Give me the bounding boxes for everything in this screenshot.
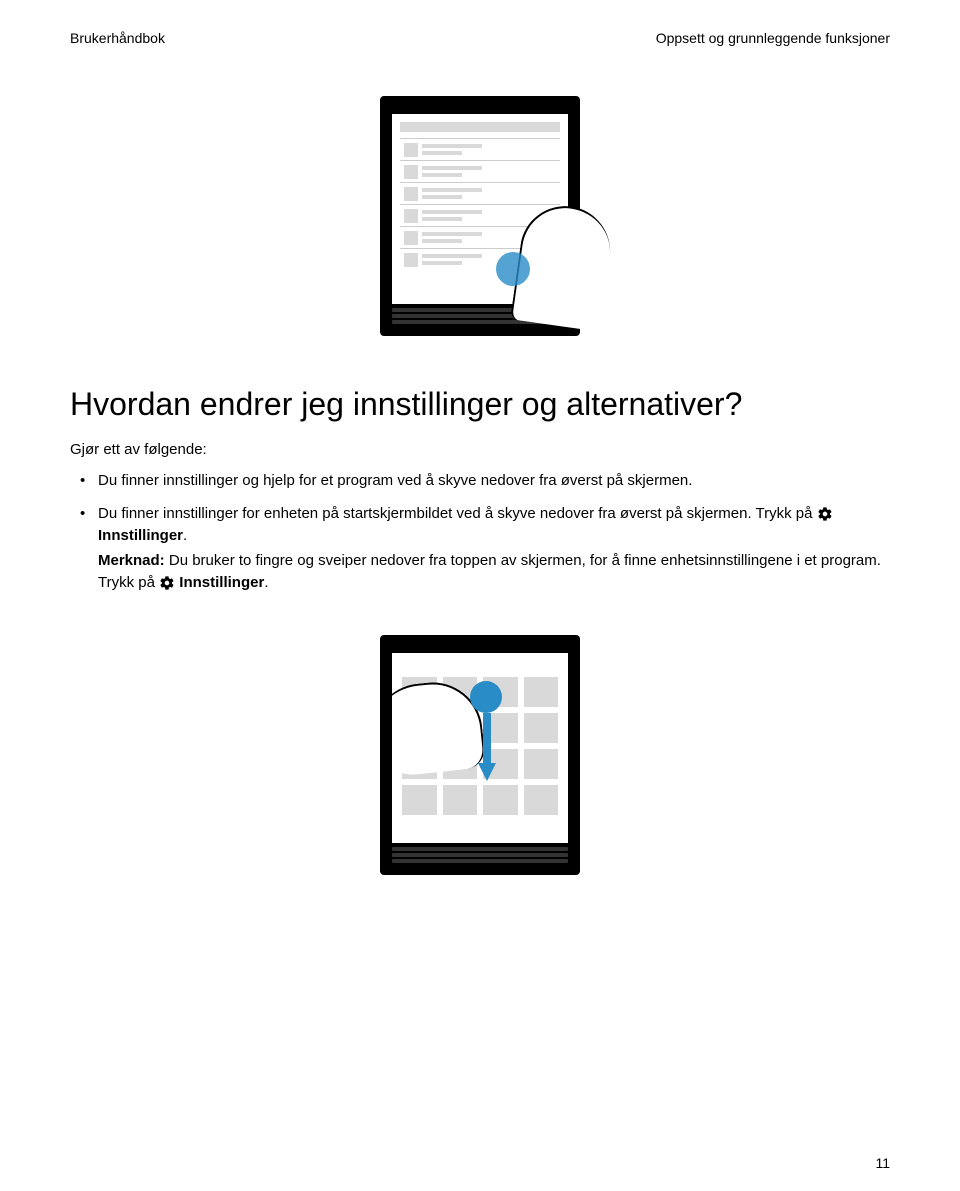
section-heading: Hvordan endrer jeg innstillinger og alte… [70,386,890,423]
phone-screen [392,653,568,843]
phone-keyboard [392,847,568,863]
app-cell [524,749,559,779]
illustration-swipe-down [70,96,890,336]
list-item [400,138,560,160]
period: . [183,527,187,544]
gear-icon [159,575,175,591]
app-cell [524,785,559,815]
gear-icon [817,506,833,522]
app-cell [524,713,559,743]
app-cell [483,785,518,815]
instruction-list: Du finner innstillinger og hjelp for et … [70,470,890,595]
header-right: Oppsett og grunnleggende funksjoner [656,30,890,46]
note-label: Merknad: [98,552,165,569]
bullet-item: Du finner innstillinger for enheten på s… [70,503,890,595]
page-header: Brukerhåndbok Oppsett og grunnleggende f… [70,30,890,46]
period: . [264,574,268,591]
list-item [400,160,560,182]
bullet-text: Du finner innstillinger for enheten på s… [98,505,817,522]
placeholder-line [400,122,560,132]
settings-label: Innstillinger [98,527,183,544]
touch-point-icon [470,681,502,713]
app-cell [443,785,478,815]
note-paragraph: Merknad: Du bruker to fingre og sveiper … [98,550,890,595]
settings-label: Innstillinger [179,574,264,591]
list-item [400,182,560,204]
app-cell [524,677,559,707]
lead-text: Gjør ett av følgende: [70,441,890,458]
touch-point-icon [496,252,530,286]
phone-frame [380,635,580,875]
illustration-two-finger-swipe [70,635,890,875]
app-cell [402,785,437,815]
bullet-item: Du finner innstillinger og hjelp for et … [70,470,890,493]
header-left: Brukerhåndbok [70,30,165,46]
arrow-down-icon [478,713,496,783]
page-number: 11 [875,1155,890,1171]
bullet-text: Du finner innstillinger og hjelp for et … [98,472,692,489]
phone-frame [380,96,580,336]
